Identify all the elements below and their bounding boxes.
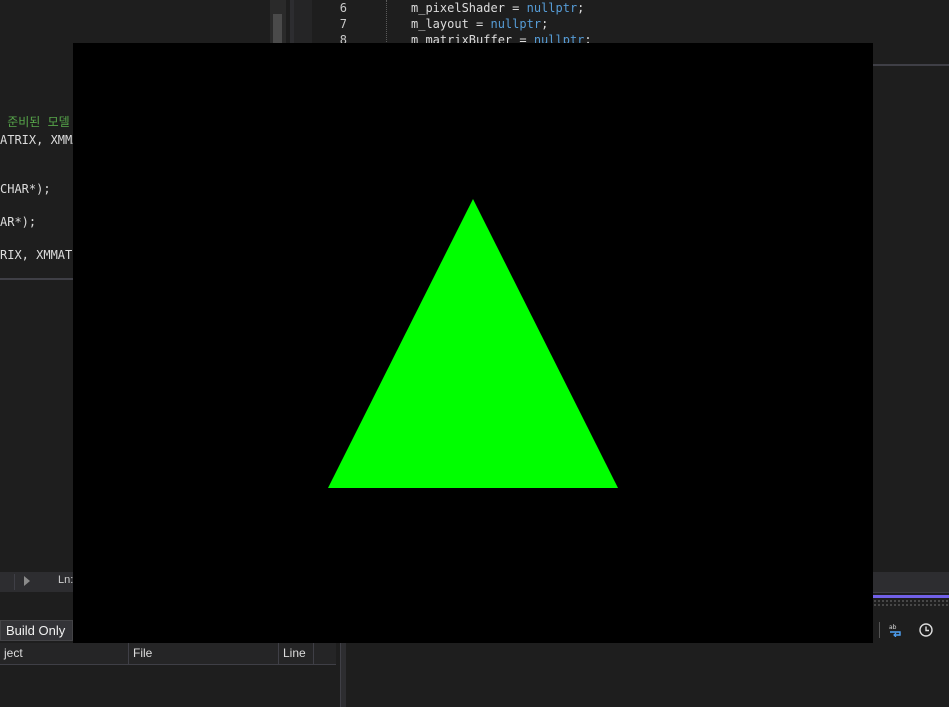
- build-filter-dropdown[interactable]: Build Only: [0, 620, 73, 641]
- split-margin: [294, 0, 312, 46]
- code-line-2: ATRIX, XMMA: [0, 133, 80, 147]
- panel-grip[interactable]: [873, 599, 949, 607]
- status-separator: [14, 574, 15, 590]
- error-list-header: ject File Line: [0, 643, 336, 665]
- word-wrap-icon[interactable]: ab: [885, 620, 907, 640]
- line-number: 6: [339, 1, 347, 15]
- code-line-1: 준비된 모델: [0, 115, 70, 129]
- scroll-right-icon[interactable]: [24, 576, 30, 586]
- build-filter-value: Build Only: [6, 623, 66, 638]
- right-code-editor[interactable]: [312, 0, 949, 46]
- indent-guide: [386, 0, 387, 46]
- line-indicator: Ln:: [58, 574, 74, 586]
- history-icon[interactable]: [915, 620, 937, 640]
- code-line-5: RIX, XMMATR: [0, 248, 80, 262]
- code-line-6: m_pixelShader = nullptr;: [411, 1, 585, 15]
- render-window[interactable]: [73, 43, 873, 643]
- render-canvas: [73, 43, 873, 643]
- column-line[interactable]: Line: [279, 643, 314, 665]
- column-file[interactable]: File: [129, 643, 279, 665]
- code-line-7: m_layout = nullptr;: [411, 17, 549, 31]
- active-panel-accent: [873, 595, 949, 598]
- toolbar-separator: [879, 622, 880, 638]
- right-editor-remainder: [873, 46, 949, 572]
- left-vertical-scrollbar[interactable]: [270, 0, 286, 46]
- code-line-4: AR*);: [0, 215, 37, 229]
- scrollbar-thumb[interactable]: [273, 14, 282, 44]
- code-line-3: CHAR*);: [0, 182, 51, 196]
- svg-text:ab: ab: [889, 624, 897, 631]
- line-number: 7: [339, 17, 347, 31]
- column-project[interactable]: ject: [0, 643, 129, 665]
- output-panel: [346, 643, 949, 707]
- editor-divider: [873, 64, 949, 66]
- editor-divider: [0, 278, 73, 280]
